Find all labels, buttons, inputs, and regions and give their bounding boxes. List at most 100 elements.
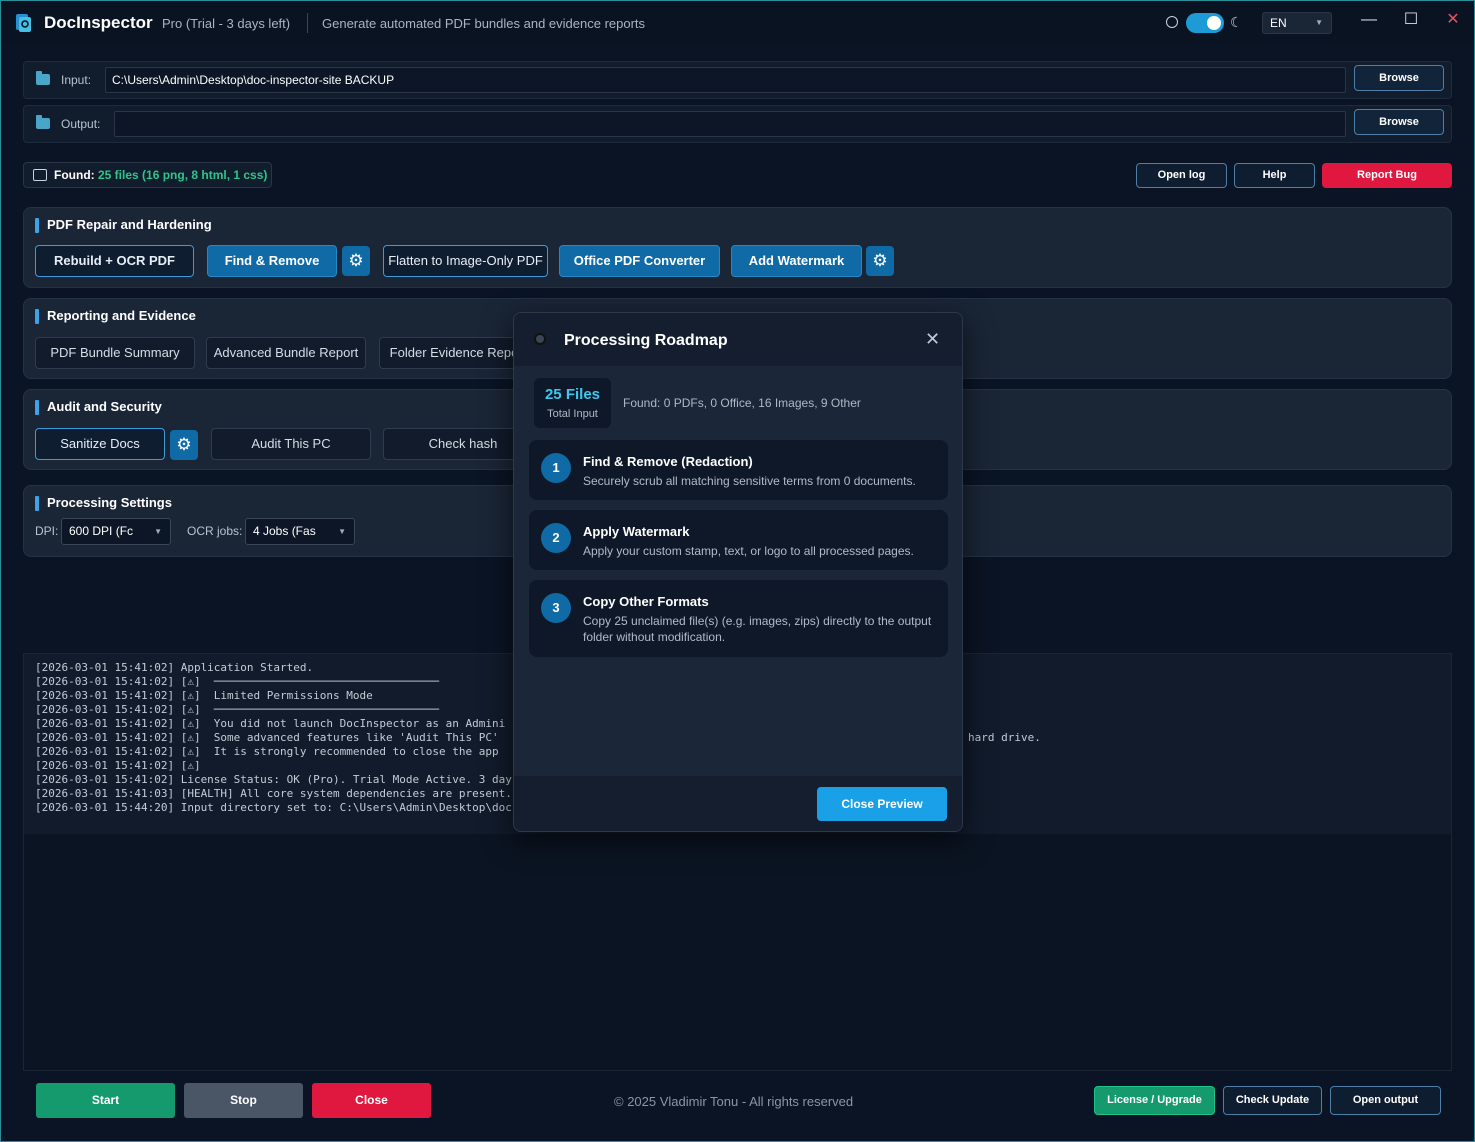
log-line: [2026-03-01 15:41:02] Application Starte…: [35, 661, 314, 674]
found-summary: Found: 25 files (16 png, 8 html, 1 css): [23, 162, 272, 188]
help-button[interactable]: Help: [1234, 163, 1315, 188]
advanced-bundle-report-button[interactable]: Advanced Bundle Report: [206, 337, 366, 369]
section-title: Audit and Security: [35, 399, 162, 415]
app-window: DocInspector Pro (Trial - 3 days left) G…: [0, 0, 1475, 1142]
log-lines: [2026-03-01 15:41:02] Application Starte…: [35, 661, 518, 815]
stop-button[interactable]: Stop: [184, 1083, 303, 1118]
chevron-down-icon: ▼: [338, 527, 346, 536]
log-line: [2026-03-01 15:41:02] [⚠] ──────────────…: [35, 703, 439, 716]
chevron-down-icon: ▼: [154, 527, 162, 536]
chevron-down-icon: ▼: [1315, 18, 1323, 27]
gear-icon[interactable]: ⚙: [342, 246, 370, 276]
roadmap-step: 2 Apply Watermark Apply your custom stam…: [529, 510, 948, 570]
calendar-icon: [33, 169, 47, 181]
sanitize-docs-button[interactable]: Sanitize Docs: [35, 428, 165, 460]
gear-icon[interactable]: ⚙: [170, 430, 198, 460]
input-browse-button[interactable]: Browse: [1354, 65, 1444, 91]
maximize-button[interactable]: ☐: [1398, 9, 1424, 33]
add-watermark-button[interactable]: Add Watermark: [731, 245, 862, 277]
ocr-jobs-value: 4 Jobs (Fas: [253, 524, 316, 538]
step-description: Securely scrub all matching sensitive te…: [583, 474, 916, 488]
file-count: 25 Files: [544, 386, 601, 403]
step-number: 3: [541, 593, 571, 623]
toggle-knob: [1207, 16, 1221, 30]
open-output-button[interactable]: Open output: [1330, 1086, 1441, 1115]
output-label: Output:: [61, 117, 101, 131]
open-log-button[interactable]: Open log: [1136, 163, 1227, 188]
license-upgrade-button[interactable]: License / Upgrade: [1094, 1086, 1215, 1115]
gear-icon[interactable]: ⚙: [866, 246, 894, 276]
roadmap-step: 1 Find & Remove (Redaction) Securely scr…: [529, 440, 948, 500]
minimize-button[interactable]: —: [1356, 9, 1382, 33]
step-title: Find & Remove (Redaction): [583, 454, 753, 469]
report-bug-button[interactable]: Report Bug: [1322, 163, 1452, 188]
log-line: [2026-03-01 15:41:02] License Status: OK…: [35, 773, 519, 786]
roadmap-step: 3 Copy Other Formats Copy 25 unclaimed f…: [529, 580, 948, 657]
step-description: Apply your custom stamp, text, or logo t…: [583, 544, 914, 558]
log-line: [2026-03-01 15:41:02] [⚠] Some advanced …: [35, 731, 499, 744]
log-line: [2026-03-01 15:44:20] Input directory se…: [35, 801, 519, 814]
folder-icon: [36, 115, 50, 129]
search-icon: [534, 333, 546, 345]
output-path-row: Output: Browse: [23, 105, 1452, 143]
close-window-button[interactable]: ✕: [1440, 9, 1466, 33]
log-line: [2026-03-01 15:41:02] [⚠] ──────────────…: [35, 675, 439, 688]
copyright-footer: © 2025 Vladimir Tonu - All rights reserv…: [614, 1094, 854, 1109]
ocr-jobs-label: OCR jobs:: [187, 524, 243, 538]
step-number: 1: [541, 453, 571, 483]
log-line: [2026-03-01 15:41:02] [⚠] Limited Permis…: [35, 689, 373, 702]
dark-mode-icon: ☾: [1230, 14, 1243, 30]
dpi-value: 600 DPI (Fc: [69, 524, 134, 538]
processing-roadmap-modal: Processing Roadmap ✕ 25 Files Total Inpu…: [513, 312, 963, 832]
found-breakdown: Found: 0 PDFs, 0 Office, 16 Images, 9 Ot…: [623, 396, 861, 410]
title-bar: DocInspector Pro (Trial - 3 days left) G…: [1, 1, 1474, 43]
theme-toggle[interactable]: [1186, 13, 1224, 33]
log-line: [2026-03-01 15:41:02] [⚠] You did not la…: [35, 717, 506, 730]
input-label: Input:: [61, 73, 92, 87]
output-path-field[interactable]: [114, 111, 1346, 137]
step-description: Copy 25 unclaimed file(s) (e.g. images, …: [583, 614, 932, 644]
close-preview-button[interactable]: Close Preview: [817, 787, 947, 821]
app-logo-icon: [16, 14, 31, 32]
ocr-jobs-select[interactable]: 4 Jobs (Fas ▼: [245, 518, 355, 545]
language-value: EN: [1270, 16, 1287, 30]
input-path-row: Input: C:\Users\Admin\Desktop\doc-inspec…: [23, 61, 1452, 99]
log-line: [2026-03-01 15:41:03] [HEALTH] All core …: [35, 787, 512, 800]
section-title: Processing Settings: [35, 495, 172, 511]
step-title: Apply Watermark: [583, 524, 690, 539]
modal-footer: Close Preview: [514, 776, 962, 831]
input-path-field[interactable]: C:\Users\Admin\Desktop\doc-inspector-sit…: [105, 67, 1346, 93]
modal-header: Processing Roadmap ✕: [514, 313, 962, 366]
found-value: 25 files (16 png, 8 html, 1 css): [98, 168, 268, 182]
rebuild-ocr-button[interactable]: Rebuild + OCR PDF: [35, 245, 194, 277]
section-title: PDF Repair and Hardening: [35, 217, 212, 233]
found-label: Found:: [54, 168, 95, 182]
log-overflow-text: hard drive.: [968, 731, 1041, 744]
check-update-button[interactable]: Check Update: [1223, 1086, 1322, 1115]
plan-status: Pro (Trial - 3 days left): [162, 16, 291, 31]
file-count-label: Total Input: [547, 408, 598, 420]
folder-evidence-report-button[interactable]: Folder Evidence Repo: [379, 337, 529, 369]
office-converter-button[interactable]: Office PDF Converter: [559, 245, 720, 277]
section-title: Reporting and Evidence: [35, 308, 196, 324]
log-line: [2026-03-01 15:41:02] [⚠] It is strongly…: [35, 745, 499, 758]
app-title: DocInspector: [44, 13, 153, 32]
title-divider: [307, 13, 308, 33]
output-browse-button[interactable]: Browse: [1354, 109, 1444, 135]
close-button[interactable]: Close: [312, 1083, 431, 1118]
pdf-bundle-summary-button[interactable]: PDF Bundle Summary: [35, 337, 195, 369]
start-button[interactable]: Start: [36, 1083, 175, 1118]
close-icon[interactable]: ✕: [925, 329, 940, 350]
modal-title: Processing Roadmap: [564, 332, 728, 349]
find-remove-button[interactable]: Find & Remove: [207, 245, 337, 277]
pdf-repair-section: PDF Repair and Hardening Rebuild + OCR P…: [23, 207, 1452, 288]
language-select[interactable]: EN ▼: [1262, 12, 1332, 34]
app-tagline: Generate automated PDF bundles and evide…: [322, 16, 646, 31]
light-mode-icon: [1166, 16, 1178, 28]
log-line: [2026-03-01 15:41:02] [⚠]: [35, 759, 201, 772]
dpi-select[interactable]: 600 DPI (Fc ▼: [61, 518, 171, 545]
flatten-pdf-button[interactable]: Flatten to Image-Only PDF: [383, 245, 548, 277]
dpi-label: DPI:: [35, 524, 59, 538]
audit-pc-button[interactable]: Audit This PC: [211, 428, 371, 460]
step-title: Copy Other Formats: [583, 594, 709, 609]
